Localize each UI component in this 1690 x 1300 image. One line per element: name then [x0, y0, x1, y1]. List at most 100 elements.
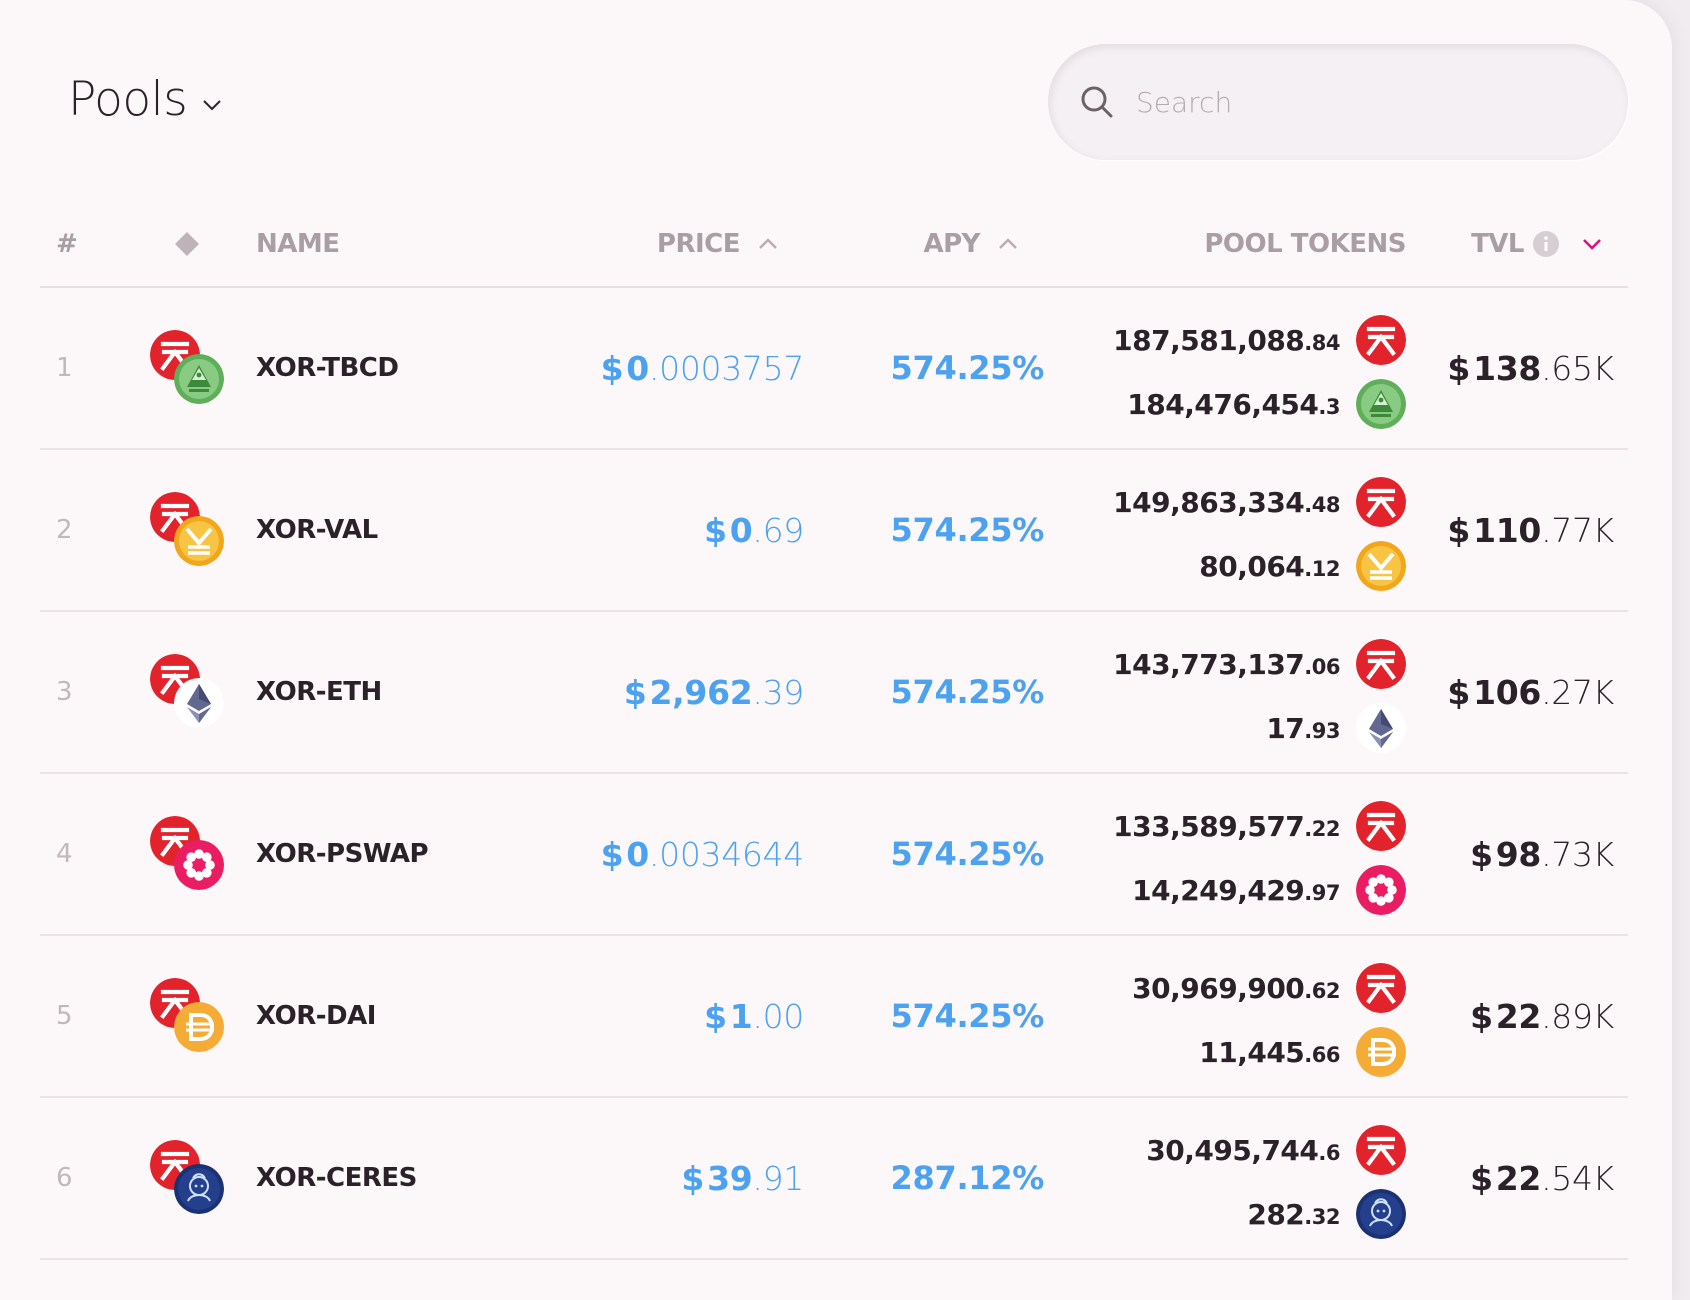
- price-integer: 2,962: [649, 672, 753, 712]
- favorite-column-icon[interactable]: [174, 200, 200, 288]
- eth-icon: [1356, 703, 1406, 753]
- price-integer: 39: [707, 1158, 753, 1198]
- tvl-decimal: .65K: [1541, 348, 1614, 388]
- token-b-amount-dec: .97: [1304, 880, 1340, 905]
- token-a-amount-dec: .6: [1318, 1140, 1340, 1165]
- pool-token-a: 187,581,088.84: [1106, 308, 1406, 372]
- pool-name: XOR-ETH: [256, 677, 382, 707]
- tvl-decimal: .54K: [1541, 1158, 1614, 1198]
- token-a-amount-dec: .62: [1304, 978, 1340, 1003]
- pswap-icon: [174, 840, 224, 890]
- tvl-decimal: .27K: [1541, 672, 1614, 712]
- pool-token-b: 80,064.12: [1106, 534, 1406, 598]
- tvl-currency: $: [1470, 834, 1493, 874]
- pool-token-a: 133,589,577.22: [1106, 794, 1406, 858]
- price-decimal: .69: [752, 510, 804, 550]
- row-number: 1: [56, 353, 73, 383]
- row-number: 3: [56, 677, 73, 707]
- price-currency: $: [704, 996, 727, 1036]
- pair-icons: [150, 816, 230, 896]
- table-row[interactable]: 3 XOR-ETH $2,962.39 574.25% 143,773,137.…: [40, 612, 1628, 774]
- token-a-amount-int: 133,589,577: [1113, 809, 1305, 843]
- pool-tokens: 30,969,900.62 11,445.66: [1106, 956, 1406, 1084]
- pool-tokens: 149,863,334.48 80,064.12: [1106, 470, 1406, 598]
- column-header-num: #: [56, 229, 78, 259]
- tvl-integer: 106: [1473, 672, 1542, 712]
- column-header-apy[interactable]: APY: [923, 200, 1018, 288]
- token-b-amount-int: 184,476,454: [1127, 387, 1319, 421]
- xor-icon: [1356, 801, 1406, 851]
- price-decimal: .91: [752, 1158, 804, 1198]
- pool-token-a: 149,863,334.48: [1106, 470, 1406, 534]
- token-a-amount-dec: .48: [1304, 492, 1340, 517]
- tvl-integer: 22: [1495, 996, 1542, 1036]
- column-header-tvl[interactable]: TVL: [1471, 200, 1602, 288]
- price-currency: $: [704, 510, 727, 550]
- pool-apy: 287.12%: [890, 1159, 1045, 1197]
- pool-token-b: 14,249,429.97: [1106, 858, 1406, 922]
- row-number: 6: [56, 1163, 73, 1193]
- table-row[interactable]: 5 XOR-DAI $1.00 574.25% 30,969,900.62 11…: [40, 936, 1628, 1098]
- pool-tvl: $22.89K: [1470, 936, 1614, 1096]
- pool-apy: 574.25%: [890, 349, 1045, 387]
- pool-price: $2,962.39: [624, 612, 804, 772]
- tvl-integer: 110: [1473, 510, 1542, 550]
- page-title: Pools: [68, 72, 188, 127]
- table-header: # NAME PRICE APY POOL TOKENS TVL: [40, 200, 1628, 288]
- pool-token-a: 30,969,900.62: [1106, 956, 1406, 1020]
- token-b-amount-int: 17: [1266, 711, 1305, 745]
- chevron-down-icon: [201, 98, 223, 112]
- pair-icons: [150, 492, 230, 572]
- val-icon: [1356, 541, 1406, 591]
- tbcd-icon: [174, 354, 224, 404]
- pool-tokens: 143,773,137.06 17.93: [1106, 632, 1406, 760]
- table-row[interactable]: 6 XOR-CERES $39.91 287.12% 30,495,744.6 …: [40, 1098, 1628, 1260]
- sort-asc-icon: [758, 238, 778, 250]
- xor-icon: [1356, 477, 1406, 527]
- pool-price: $0.0034644: [601, 774, 805, 934]
- price-currency: $: [623, 672, 647, 712]
- token-b-amount-dec: .12: [1304, 556, 1340, 581]
- info-icon[interactable]: [1532, 230, 1560, 258]
- pool-name: XOR-DAI: [256, 1001, 376, 1031]
- pool-tokens: 30,495,744.6 282.32: [1106, 1118, 1406, 1246]
- price-integer: 1: [729, 996, 753, 1036]
- pool-tokens: 133,589,577.22 14,249,429.97: [1106, 794, 1406, 922]
- sort-desc-icon: [1582, 238, 1602, 250]
- pool-price: $0.0003757: [601, 288, 805, 448]
- token-b-amount-dec: .66: [1304, 1042, 1340, 1067]
- price-currency: $: [681, 1158, 705, 1198]
- price-decimal: .0003757: [648, 348, 804, 388]
- tbcd-icon: [1356, 379, 1406, 429]
- pool-name: XOR-CERES: [256, 1163, 417, 1193]
- tvl-integer: 98: [1495, 834, 1542, 874]
- token-a-amount-dec: .22: [1304, 816, 1340, 841]
- pool-tvl: $22.54K: [1470, 1098, 1614, 1258]
- tvl-decimal: .77K: [1541, 510, 1614, 550]
- pool-tvl: $106.27K: [1447, 612, 1614, 772]
- tvl-integer: 22: [1495, 1158, 1542, 1198]
- tvl-currency: $: [1447, 510, 1471, 550]
- tvl-decimal: .89K: [1541, 996, 1614, 1036]
- column-header-price[interactable]: PRICE: [657, 200, 778, 288]
- row-number: 2: [56, 515, 73, 545]
- token-a-amount-int: 143,773,137: [1113, 647, 1305, 681]
- pools-title-dropdown[interactable]: Pools: [68, 72, 223, 127]
- token-b-amount-int: 80,064: [1199, 549, 1305, 583]
- table-body: 1 XOR-TBCD $0.0003757 574.25% 187,581,08…: [40, 288, 1628, 1260]
- token-a-amount-dec: .06: [1304, 654, 1340, 679]
- search-input[interactable]: [1136, 85, 1566, 119]
- table-row[interactable]: 4 XOR-PSWAP $0.0034644 574.25% 133,589,5…: [40, 774, 1628, 936]
- pool-apy: 574.25%: [890, 673, 1045, 711]
- price-integer: 0: [626, 348, 649, 388]
- table-row[interactable]: 2 XOR-VAL $0.69 574.25% 149,863,334.48 8…: [40, 450, 1628, 612]
- val-icon: [174, 516, 224, 566]
- table-row[interactable]: 1 XOR-TBCD $0.0003757 574.25% 187,581,08…: [40, 288, 1628, 450]
- search-icon: [1080, 85, 1114, 119]
- column-header-pool-tokens: POOL TOKENS: [1204, 229, 1406, 259]
- search-box[interactable]: [1048, 44, 1628, 160]
- eth-icon: [174, 678, 224, 728]
- pool-apy: 574.25%: [890, 997, 1045, 1035]
- column-header-name[interactable]: NAME: [256, 200, 340, 288]
- row-number: 4: [56, 839, 73, 869]
